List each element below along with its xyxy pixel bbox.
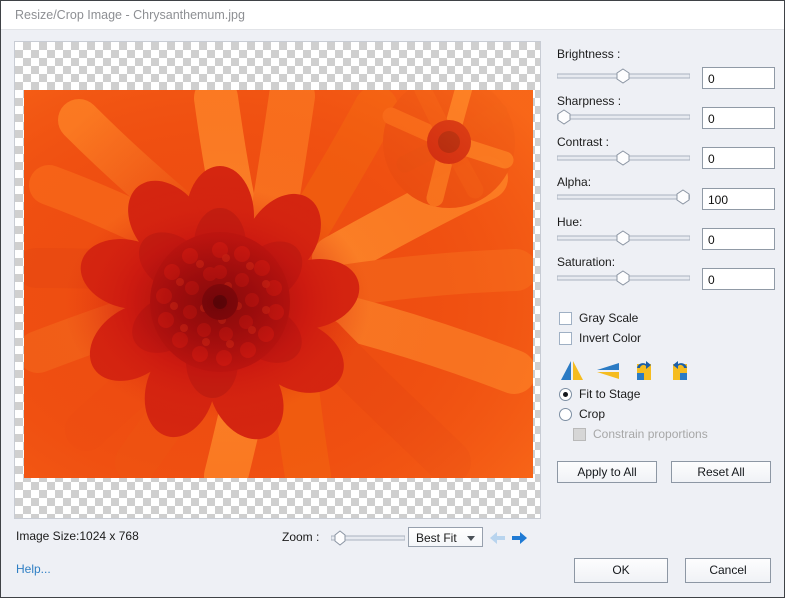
checkbox-box <box>559 332 572 345</box>
hue-value-input[interactable]: 0 <box>702 228 775 250</box>
radio-box <box>559 388 572 401</box>
contrast-label: Contrast : <box>557 135 610 149</box>
previous-image-button[interactable] <box>489 531 506 545</box>
saturation-slider[interactable] <box>556 270 691 286</box>
help-link[interactable]: Help... <box>16 562 51 576</box>
brightness-value-input[interactable]: 0 <box>702 67 775 89</box>
resize-crop-image-dialog: Resize/Crop Image - Chrysanthemum.jpg Im… <box>0 0 785 598</box>
reset-all-label: Reset All <box>697 465 745 479</box>
apply-to-all-button[interactable]: Apply to All <box>557 461 657 483</box>
constrain-proportions-label: Constrain proportions <box>593 427 708 441</box>
rotate-left-icon[interactable] <box>631 359 657 383</box>
alpha-slider[interactable] <box>556 189 691 205</box>
next-image-button[interactable] <box>511 531 528 545</box>
hue-slider[interactable] <box>556 230 691 246</box>
brightness-slider[interactable] <box>556 68 691 84</box>
brightness-label: Brightness : <box>557 47 621 61</box>
flip-vertical-icon[interactable] <box>559 359 585 383</box>
zoom-level-value: Best Fit <box>416 531 457 545</box>
zoom-label: Zoom : <box>282 530 320 544</box>
sharpness-label: Sharpness : <box>557 94 622 108</box>
fit-to-stage-label: Fit to Stage <box>579 387 641 401</box>
gray-scale-label: Gray Scale <box>579 311 639 325</box>
checkbox-box <box>559 312 572 325</box>
chevron-down-icon <box>467 536 475 541</box>
radio-box <box>559 408 572 421</box>
reset-all-button[interactable]: Reset All <box>671 461 771 483</box>
hue-label: Hue: <box>557 215 583 229</box>
cancel-label: Cancel <box>709 563 747 577</box>
flip-horizontal-icon[interactable] <box>595 359 621 383</box>
preview-image[interactable] <box>24 90 533 478</box>
radio-dot <box>563 392 568 397</box>
window-title: Resize/Crop Image - Chrysanthemum.jpg <box>15 8 245 22</box>
crop-label: Crop <box>579 407 606 421</box>
title-bar: Resize/Crop Image - Chrysanthemum.jpg <box>1 1 784 30</box>
ok-button[interactable]: OK <box>574 558 668 583</box>
rotate-right-icon[interactable] <box>667 359 693 383</box>
image-preview-canvas[interactable] <box>14 41 541 519</box>
sharpness-slider[interactable] <box>556 109 691 125</box>
saturation-label: Saturation: <box>557 255 616 269</box>
invert-color-label: Invert Color <box>579 331 642 345</box>
apply-to-all-label: Apply to All <box>577 465 637 479</box>
alpha-value-input[interactable]: 100 <box>702 188 775 210</box>
contrast-value-input[interactable]: 0 <box>702 147 775 169</box>
saturation-value-input[interactable]: 0 <box>702 268 775 290</box>
alpha-label: Alpha: <box>557 175 592 189</box>
image-size-label: Image Size:1024 x 768 <box>16 529 139 543</box>
zoom-slider[interactable] <box>330 530 406 546</box>
cancel-button[interactable]: Cancel <box>685 558 771 583</box>
zoom-level-select[interactable]: Best Fit <box>408 527 483 547</box>
contrast-slider[interactable] <box>556 150 691 166</box>
checkbox-box <box>573 428 586 441</box>
sharpness-value-input[interactable]: 0 <box>702 107 775 129</box>
ok-label: OK <box>612 563 630 577</box>
